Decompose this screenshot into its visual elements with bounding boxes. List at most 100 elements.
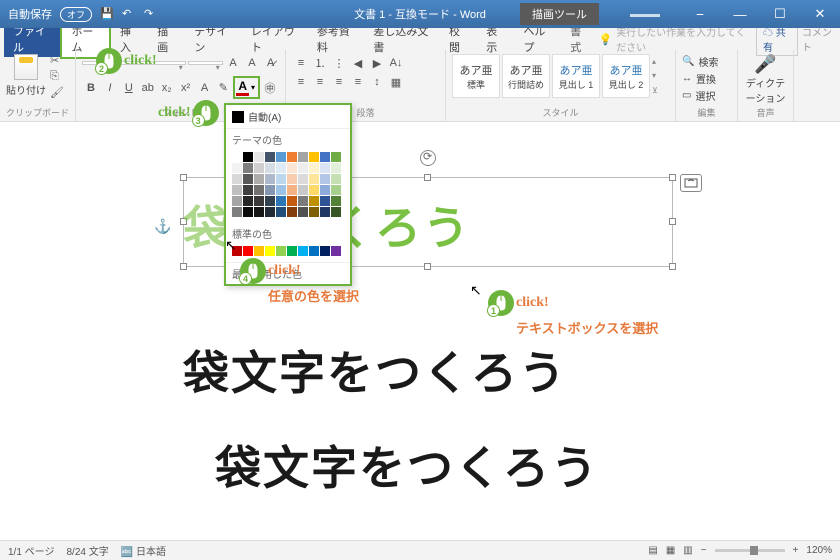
color-swatch[interactable] bbox=[232, 152, 242, 162]
resize-handle[interactable] bbox=[424, 263, 431, 270]
color-swatch[interactable] bbox=[331, 152, 341, 162]
autosave-toggle[interactable]: オフ bbox=[60, 7, 92, 22]
color-swatch[interactable] bbox=[276, 163, 286, 173]
align-center-icon[interactable]: ≡ bbox=[311, 73, 329, 91]
color-swatch[interactable] bbox=[276, 185, 286, 195]
color-swatch[interactable] bbox=[276, 152, 286, 162]
color-swatch[interactable] bbox=[331, 196, 341, 206]
color-swatch[interactable] bbox=[320, 163, 330, 173]
line-spacing-icon[interactable]: ↕ bbox=[368, 73, 386, 91]
color-swatch[interactable] bbox=[243, 174, 253, 184]
word-count[interactable]: 8/24 文字 bbox=[66, 543, 108, 558]
color-swatch[interactable] bbox=[254, 185, 264, 195]
chevron-down-icon[interactable]: ▾ bbox=[249, 83, 257, 92]
color-swatch[interactable] bbox=[287, 207, 297, 217]
italic-button[interactable]: I bbox=[101, 79, 119, 97]
color-swatch[interactable] bbox=[298, 196, 308, 206]
subscript-button[interactable]: x₂ bbox=[158, 79, 176, 97]
color-swatch[interactable] bbox=[309, 163, 319, 173]
color-swatch[interactable] bbox=[287, 196, 297, 206]
color-swatch[interactable] bbox=[254, 174, 264, 184]
color-swatch[interactable] bbox=[320, 152, 330, 162]
color-swatch[interactable] bbox=[287, 174, 297, 184]
color-swatch[interactable] bbox=[309, 174, 319, 184]
color-swatch[interactable] bbox=[232, 196, 242, 206]
highlight-button[interactable]: ✎ bbox=[214, 79, 232, 97]
contextual-tab[interactable]: 描画ツール bbox=[520, 3, 599, 25]
strikethrough-button[interactable]: ab bbox=[139, 79, 157, 97]
body-text-2[interactable]: 袋文字をつくろう bbox=[215, 432, 599, 498]
align-right-icon[interactable]: ≡ bbox=[330, 73, 348, 91]
color-swatch[interactable] bbox=[276, 207, 286, 217]
color-swatch[interactable] bbox=[298, 207, 308, 217]
color-swatch[interactable] bbox=[298, 163, 308, 173]
language-indicator[interactable]: 🔤 日本語 bbox=[121, 543, 166, 558]
zoom-out-icon[interactable]: − bbox=[701, 545, 707, 556]
redo-icon[interactable]: ↷ bbox=[144, 7, 158, 21]
color-swatch[interactable] bbox=[265, 152, 275, 162]
font-size-select[interactable] bbox=[188, 61, 223, 65]
color-swatch[interactable] bbox=[265, 196, 275, 206]
shading-icon[interactable]: ▦ bbox=[387, 73, 405, 91]
color-swatch[interactable] bbox=[243, 196, 253, 206]
color-swatch[interactable] bbox=[232, 174, 242, 184]
view-print-icon[interactable]: ▤ bbox=[648, 545, 657, 556]
paste-button[interactable]: 貼り付け bbox=[6, 54, 46, 99]
color-swatch[interactable] bbox=[276, 246, 286, 256]
align-left-icon[interactable]: ≡ bbox=[292, 73, 310, 91]
color-swatch[interactable] bbox=[232, 207, 242, 217]
justify-icon[interactable]: ≡ bbox=[349, 73, 367, 91]
zoom-slider[interactable] bbox=[715, 549, 785, 552]
color-swatch[interactable] bbox=[309, 207, 319, 217]
style-heading2[interactable]: あア亜見出し 2 bbox=[602, 54, 650, 98]
save-icon[interactable]: 💾 bbox=[100, 7, 114, 21]
color-swatch[interactable] bbox=[254, 246, 264, 256]
color-swatch[interactable] bbox=[232, 185, 242, 195]
color-swatch[interactable] bbox=[309, 185, 319, 195]
multilevel-icon[interactable]: ⋮ bbox=[330, 54, 348, 72]
decrease-indent-icon[interactable]: ◀ bbox=[349, 54, 367, 72]
view-web-icon[interactable]: ▥ bbox=[683, 545, 692, 556]
color-swatch[interactable] bbox=[254, 152, 264, 162]
enclose-char-button[interactable]: ㊥ bbox=[261, 79, 279, 97]
color-swatch[interactable] bbox=[254, 196, 264, 206]
color-swatch[interactable] bbox=[320, 246, 330, 256]
color-swatch[interactable] bbox=[276, 196, 286, 206]
resize-handle[interactable] bbox=[424, 174, 431, 181]
find-button[interactable]: 🔍検索 bbox=[682, 54, 731, 69]
color-swatch[interactable] bbox=[309, 196, 319, 206]
color-swatch[interactable] bbox=[298, 185, 308, 195]
font-color-button[interactable]: A ▾ bbox=[233, 76, 260, 99]
color-swatch[interactable] bbox=[243, 207, 253, 217]
color-swatch[interactable] bbox=[298, 152, 308, 162]
color-swatch[interactable] bbox=[287, 246, 297, 256]
color-swatch[interactable] bbox=[287, 185, 297, 195]
style-heading1[interactable]: あア亜見出し 1 bbox=[552, 54, 600, 98]
increase-indent-icon[interactable]: ▶ bbox=[368, 54, 386, 72]
color-swatch[interactable] bbox=[331, 163, 341, 173]
document-canvas[interactable]: ⚓ 袋をつくろう 袋文字をつくろう 袋文字をつくろう ↖ ↖ bbox=[0, 122, 840, 540]
resize-handle[interactable] bbox=[669, 263, 676, 270]
color-swatch[interactable] bbox=[298, 174, 308, 184]
numbering-icon[interactable]: ⒈ bbox=[311, 54, 329, 72]
color-swatch[interactable] bbox=[331, 185, 341, 195]
resize-handle[interactable] bbox=[669, 174, 676, 181]
dictation-button[interactable]: 🎤 ディクテーション bbox=[744, 54, 787, 105]
maximize-icon[interactable]: ☐ bbox=[760, 0, 800, 28]
color-swatch[interactable] bbox=[331, 207, 341, 217]
color-swatch[interactable] bbox=[232, 163, 242, 173]
rotate-handle[interactable] bbox=[420, 150, 436, 166]
superscript-button[interactable]: x² bbox=[177, 79, 195, 97]
undo-icon[interactable]: ↶ bbox=[122, 7, 136, 21]
color-swatch[interactable] bbox=[320, 196, 330, 206]
color-swatch[interactable] bbox=[276, 174, 286, 184]
styles-down-icon[interactable]: ▾ bbox=[652, 71, 666, 80]
bold-button[interactable]: B bbox=[82, 79, 100, 97]
shrink-font-icon[interactable]: A bbox=[243, 54, 260, 72]
grow-font-icon[interactable]: A bbox=[225, 54, 242, 72]
ribbon-options-icon[interactable]: ⎯ bbox=[680, 0, 720, 28]
bullets-icon[interactable]: ≡ bbox=[292, 54, 310, 72]
color-swatch[interactable] bbox=[243, 163, 253, 173]
style-normal[interactable]: あア亜標準 bbox=[452, 54, 500, 98]
resize-handle[interactable] bbox=[669, 218, 676, 225]
